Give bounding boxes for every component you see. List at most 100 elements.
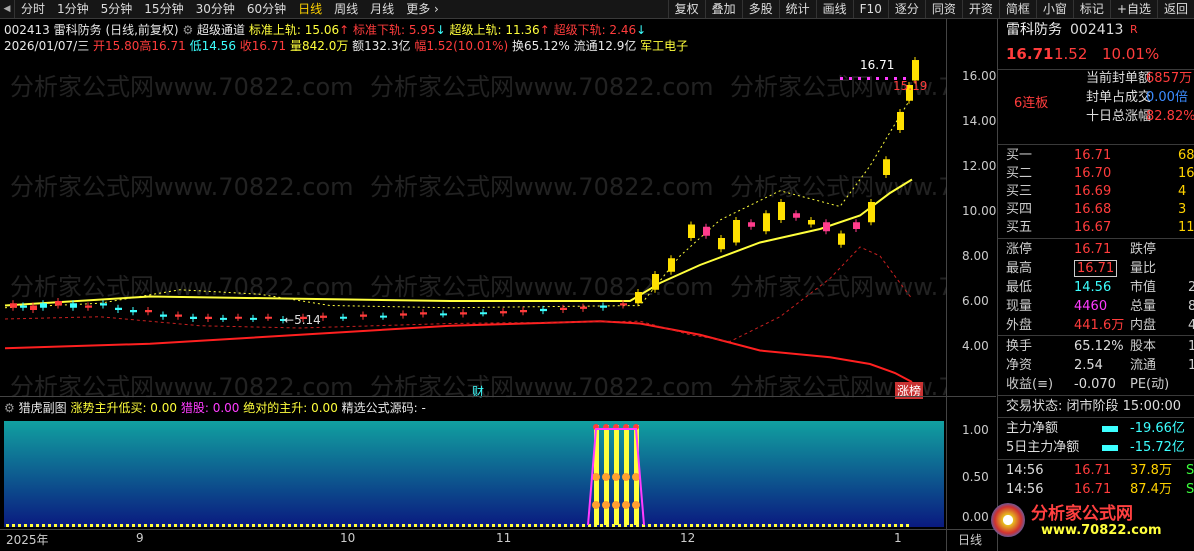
baseline-dot: [654, 524, 657, 527]
period-label[interactable]: 日线: [958, 531, 982, 548]
baseline-dot: [822, 524, 825, 527]
time-axis-divider: [0, 529, 996, 530]
baseline-dot: [738, 524, 741, 527]
price-tick: 8.00: [962, 249, 989, 263]
tool-button[interactable]: +自选: [1109, 0, 1157, 18]
panel-row: 收益(≡) -0.070 PE(动): [1006, 375, 1191, 394]
tool-button[interactable]: 叠加: [704, 0, 742, 18]
sector-tag[interactable]: 军工电子: [640, 39, 688, 53]
tool-button[interactable]: 同资: [924, 0, 962, 18]
baseline-dot: [234, 524, 237, 527]
chart-area: 002413 雷科防务 (日线,前复权) ⚙ 超级通道 标准上轨: 15.06↑…: [0, 19, 996, 551]
baseline-dot: [714, 524, 717, 527]
price-change: 1.52: [1054, 45, 1088, 63]
quote-value: 22: [1188, 280, 1194, 295]
tool-button[interactable]: 逐分: [887, 0, 925, 18]
candle-body: [853, 222, 860, 229]
finance-marker[interactable]: 财: [472, 383, 484, 400]
down-arrow-icon: ↓: [636, 23, 647, 37]
baseline-dot: [864, 524, 867, 527]
settings-icon[interactable]: ⚙: [182, 23, 193, 37]
prev-arrow-icon[interactable]: ◀: [0, 0, 15, 18]
period-tab[interactable]: 日线: [292, 0, 328, 18]
baseline-dot: [300, 524, 303, 527]
tool-button[interactable]: 复权: [667, 0, 705, 18]
period-tab[interactable]: 15分钟: [138, 0, 189, 18]
baseline-dot: [282, 524, 285, 527]
baseline-dot: [576, 524, 579, 527]
quote-label: 股本: [1130, 339, 1157, 354]
tool-button[interactable]: 多股: [741, 0, 779, 18]
bid-price: 16.71: [1074, 148, 1112, 163]
price-tick: 12.00: [962, 159, 997, 173]
tool-button[interactable]: 画线: [815, 0, 853, 18]
baseline-dot: [888, 524, 891, 527]
time-tick: 12: [680, 531, 696, 545]
period-tab[interactable]: 60分钟: [241, 0, 292, 18]
baseline-dot: [354, 524, 357, 527]
candle-body: [733, 220, 740, 243]
baseline-dot: [204, 524, 207, 527]
tool-button[interactable]: 开资: [961, 0, 999, 18]
baseline-dot: [780, 524, 783, 527]
bar-turnover: 换65.12%: [512, 39, 570, 53]
period-tab[interactable]: 5分钟: [95, 0, 139, 18]
period-tab[interactable]: 月线: [364, 0, 400, 18]
period-tab[interactable]: 30分钟: [190, 0, 241, 18]
quote-value: 441.6万: [1074, 318, 1125, 333]
baseline-dot: [420, 524, 423, 527]
sub-indicator-name[interactable]: 猎虎副图: [19, 401, 67, 415]
signal-dot: [840, 77, 843, 80]
candlestick-chart[interactable]: 分析家公式网www.70822.com 分析家公式网www.70822.com 分析…: [0, 55, 946, 415]
candle-body: [320, 315, 327, 318]
period-toolbar: ◀ 分时 1分钟 5分钟 15分钟 30分钟 60分钟 日线 周线 月线 更多 › 复权 叠加 多股统…: [0, 0, 1194, 19]
period-tab[interactable]: 周线: [328, 0, 364, 18]
baseline-dot: [528, 524, 531, 527]
baseline-dot: [690, 524, 693, 527]
tool-button[interactable]: 标记: [1072, 0, 1110, 18]
candle-body: [235, 316, 242, 319]
watermark-text: 分析家公式网www.70822.com: [730, 273, 946, 301]
candle-body: [40, 303, 47, 308]
indicator-name[interactable]: 超级通道: [197, 23, 245, 37]
watermark-text: 分析家公式网www.70822.com: [730, 173, 946, 201]
settings-icon[interactable]: ⚙: [4, 401, 15, 415]
candle-body: [145, 310, 152, 313]
tool-button[interactable]: 简框: [998, 0, 1036, 18]
period-tabs: 分时 1分钟 5分钟 15分钟 30分钟 60分钟 日线 周线 月线 更多 ›: [15, 0, 445, 18]
baseline-dot: [30, 524, 33, 527]
baseline-dot: [882, 524, 885, 527]
candle-body: [175, 314, 182, 317]
baseline-dot: [774, 524, 777, 527]
candle-body: [340, 316, 347, 319]
tool-buttons: 复权 叠加 多股 统计 画线 F10 逐分 同资 开资 简框 小窗 标记 +自选 返回: [667, 0, 1194, 18]
tool-button[interactable]: 统计: [778, 0, 816, 18]
stat-value: 0.00倍: [1146, 90, 1188, 105]
tool-button[interactable]: F10: [852, 0, 888, 18]
baseline-dot: [894, 524, 897, 527]
baseline-dot: [372, 524, 375, 527]
baseline-dot: [276, 524, 279, 527]
sub-indicator-chart[interactable]: [0, 417, 946, 529]
tool-button[interactable]: 返回: [1156, 0, 1194, 18]
baseline-dot: [672, 524, 675, 527]
sub-background: [4, 421, 944, 527]
baseline-dot: [306, 524, 309, 527]
baseline-dot: [102, 524, 105, 527]
baseline-dot: [66, 524, 69, 527]
quote-value: 16.71: [1074, 260, 1118, 277]
candle-body: [718, 238, 725, 250]
period-tab[interactable]: 1分钟: [51, 0, 95, 18]
period-tab[interactable]: 更多 ›: [400, 0, 445, 18]
baseline-dot: [84, 524, 87, 527]
up-arrow-icon: ↑: [539, 23, 550, 37]
baseline-dot: [798, 524, 801, 527]
baseline-dot: [96, 524, 99, 527]
sub-tick: 0.50: [962, 470, 989, 484]
period-tab[interactable]: 分时: [15, 0, 51, 18]
baseline-dot: [408, 524, 411, 527]
panel-row: 最高 16.71 量比: [1006, 259, 1191, 278]
tool-button[interactable]: 小窗: [1035, 0, 1073, 18]
logo-icon: [991, 503, 1025, 537]
baseline-dot: [288, 524, 291, 527]
